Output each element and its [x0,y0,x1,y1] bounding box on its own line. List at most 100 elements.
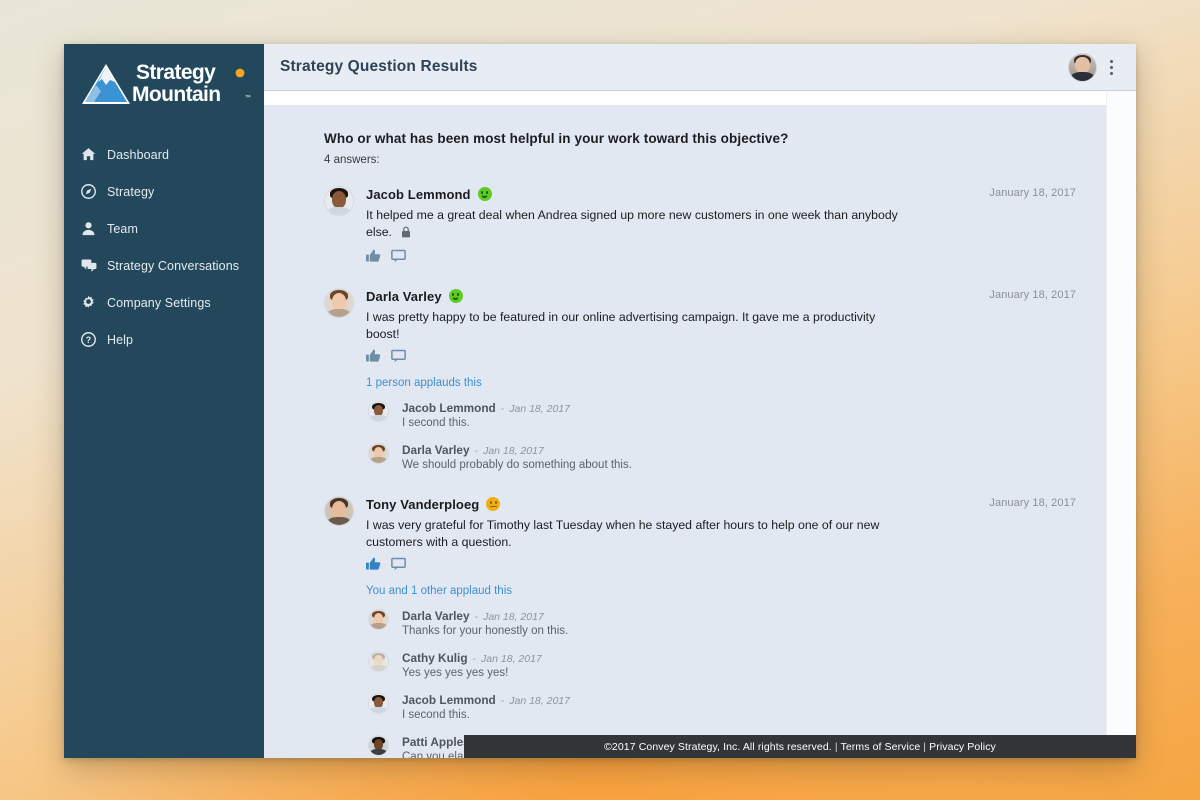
svg-text:?: ? [86,335,91,345]
footer-text: ©2017 Convey Strategy, Inc. All rights r… [604,741,996,753]
question-text: Who or what has been most helpful in you… [324,131,789,146]
terms-of-service-link[interactable]: Terms of Service [840,741,920,753]
reply-item: Cathy Kulig - Jan 18, 2017 Yes yes yes y… [366,651,1076,681]
comment-icon[interactable] [391,249,406,268]
sidebar-label-strategy: Strategy [107,184,155,199]
reply-separator: - [500,403,505,415]
reply-author: Cathy Kulig [402,651,468,665]
question-circle-icon: ? [81,332,107,347]
reply-date: Jan 18, 2017 [481,653,542,665]
sidebar-label-strategy-conversations: Strategy Conversations [107,258,240,273]
gear-icon [81,295,107,310]
home-icon [81,147,107,162]
lock-icon [401,226,411,243]
reply-text: Thanks for your honestly on this. [402,625,569,637]
reply-header: Darla Varley - Jan 18, 2017 [402,443,1076,457]
footer-separator-1: | [834,740,838,753]
reaction-row [366,557,1076,576]
applaud-summary-link[interactable]: You and 1 other applaud this [366,585,1076,597]
mood-neutral-icon [486,497,501,511]
reply-author: Darla Varley [402,443,470,457]
reply-separator: - [474,445,479,457]
topbar-actions [1068,52,1118,82]
answer-author: Jacob Lemmond [366,186,471,202]
reply-separator: - [500,695,505,707]
reply-date: Jan 18, 2017 [483,611,544,623]
logo-trademark: ™ [244,95,251,101]
reply-item: Jacob Lemmond - Jan 18, 2017 I second th… [366,401,1076,431]
reply-header: Jacob Lemmond - Jan 18, 2017 [402,401,1076,415]
person-icon [81,221,107,236]
sidebar: Strategy Mountain ™ Dashboard Strategy T… [64,44,264,758]
reply-author: Darla Varley [402,609,470,623]
kebab-menu-icon[interactable] [1104,56,1118,78]
reply-header: Jacob Lemmond - Jan 18, 2017 [402,693,1076,707]
reply-header: Cathy Kulig - Jan 18, 2017 [402,651,1076,665]
answer-date: January 18, 2017 [989,497,1076,509]
avatar[interactable] [1068,52,1097,82]
answers-count: 4 answers: [324,154,380,166]
strategy-mountain-logo: Strategy Mountain ™ [76,54,252,110]
reply-avatar [368,693,389,714]
reply-avatar [368,443,389,464]
reply-date: Jan 18, 2017 [483,445,544,457]
sidebar-label-help: Help [107,332,134,347]
answer-header: Darla Varley [366,287,1076,305]
applaud-summary-link[interactable]: 1 person applauds this [366,377,1076,389]
thumbs-up-icon[interactable] [366,249,381,268]
scrollbar-gutter[interactable] [1106,91,1136,758]
reply-text: I second this. [402,417,470,429]
thumbs-up-icon[interactable] [366,349,381,368]
footer: ©2017 Convey Strategy, Inc. All rights r… [464,735,1136,758]
reply-separator: - [472,653,477,665]
logo-svg: Strategy Mountain [82,61,245,106]
answer-body: I was very grateful for Timothy last Tue… [366,518,880,549]
content-scroll-region[interactable]: Who or what has been most helpful in you… [264,91,1136,758]
comment-icon[interactable] [391,349,406,368]
answer-header: Jacob Lemmond [366,185,1076,203]
answer-date: January 18, 2017 [989,289,1076,301]
reply-separator: - [474,611,479,623]
answer-header: Tony Vanderploeg [366,495,1076,513]
reply-item: Darla Varley - Jan 18, 2017 We should pr… [366,443,1076,473]
compass-icon [81,184,107,199]
reply-text: Yes yes yes yes yes! [402,667,509,679]
sidebar-label-dashboard: Dashboard [107,147,170,162]
avatar-face [1069,53,1096,81]
privacy-policy-link[interactable]: Privacy Policy [929,741,996,753]
content-padding: Who or what has been most helpful in you… [264,91,1136,758]
reply-header: Darla Varley - Jan 18, 2017 [402,609,1076,623]
svg-text:Strategy: Strategy [136,61,216,84]
reply-item: Darla Varley - Jan 18, 2017 Thanks for y… [366,609,1076,639]
sidebar-item-dashboard[interactable]: Dashboard [64,136,264,173]
sidebar-item-company-settings[interactable]: Company Settings [64,284,264,321]
footer-copyright: ©2017 Convey Strategy, Inc. All rights r… [604,740,832,753]
sidebar-item-strategy[interactable]: Strategy [64,173,264,210]
answer-avatar [324,186,354,216]
answer-item: Darla Varley January 18, 2017 I was pret… [324,287,1076,473]
reply-text: I second this. [402,709,470,721]
comment-icon[interactable] [391,557,406,576]
reply-item: Jacob Lemmond - Jan 18, 2017 I second th… [366,693,1076,723]
page-title: Strategy Question Results [280,58,478,75]
topbar: Strategy Question Results [264,44,1136,91]
question-results-panel: Who or what has been most helpful in you… [264,105,1106,758]
sidebar-item-help[interactable]: ? Help [64,321,264,358]
answer-date: January 18, 2017 [989,187,1076,199]
reaction-row [366,349,1076,368]
sidebar-item-team[interactable]: Team [64,210,264,247]
sidebar-label-company-settings: Company Settings [107,295,211,310]
chat-icon [81,258,107,273]
reply-avatar [368,609,389,630]
reply-text: We should probably do something about th… [402,459,632,471]
reply-avatar [368,401,389,422]
sidebar-item-strategy-conversations[interactable]: Strategy Conversations [64,247,264,284]
answer-author: Darla Varley [366,288,442,304]
reply-avatar [368,735,389,756]
thumbs-up-icon[interactable] [366,557,381,576]
answer-text: It helped me a great deal when Andrea si… [366,207,911,243]
brand-logo[interactable]: Strategy Mountain ™ [64,44,264,114]
answer-item: Jacob Lemmond January 18, 2017 It helped… [324,185,1076,268]
answer-body: It helped me a great deal when Andrea si… [366,208,898,239]
sidebar-nav: Dashboard Strategy Team Strategy Convers… [64,136,264,358]
